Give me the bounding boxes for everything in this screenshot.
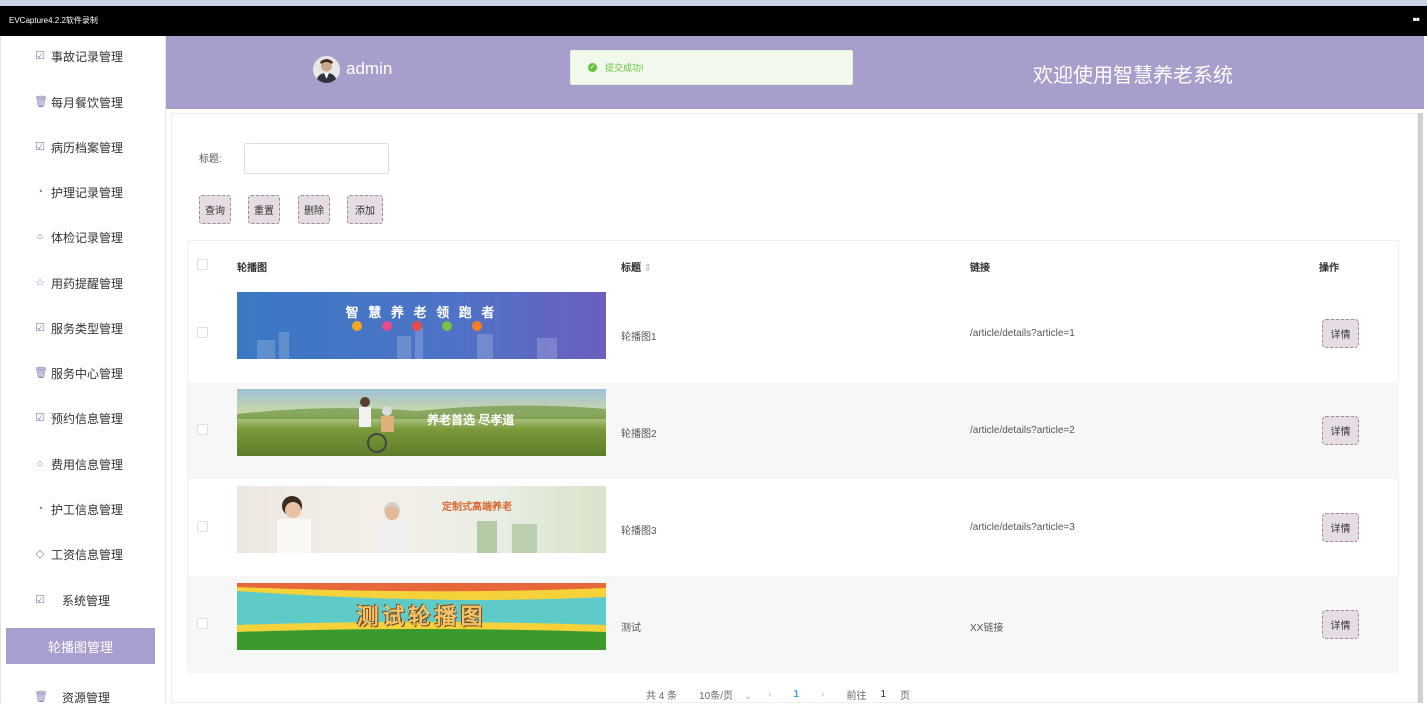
goto-page-input[interactable]: 1: [880, 689, 886, 700]
capture-control-icon[interactable]: ▪▪: [1412, 12, 1419, 26]
sort-icon[interactable]: ⇕: [644, 263, 652, 274]
drop-icon: ○: [36, 231, 44, 243]
column-header-link: 链接: [970, 263, 990, 274]
banner-thumbnail: 智 慧 养 老 领 跑 者: [237, 292, 606, 359]
sidebar-item-medication[interactable]: ☆ 用药提醒管理: [34, 273, 123, 293]
sidebar-item-accident[interactable]: ☑ 事故记录管理: [34, 46, 123, 66]
banner-text: 定制式高端养老: [442, 502, 512, 513]
top-header: admin ✓ 提交成功! 欢迎使用智慧养老系统: [166, 36, 1424, 109]
toast-message: 提交成功!: [605, 63, 644, 73]
checkbox-icon: ☑: [35, 141, 45, 153]
trash-icon: 🗑: [34, 691, 48, 703]
sidebar-item-checkup[interactable]: ○ 体检记录管理: [34, 227, 123, 247]
sidebar: ☑ 事故记录管理 🗑 每月餐饮管理 ☑ 病历档案管理 ◔ 护理记录管理 ○ 体检记录管理 …: [0, 36, 166, 705]
reset-button[interactable]: 重置: [248, 195, 280, 224]
goto-suffix: 页: [900, 691, 911, 702]
sidebar-item-salary[interactable]: ◇ 工资信息管理: [34, 544, 123, 564]
capture-title-bar: EVCapture4.2.2软件录制 ▪▪: [0, 6, 1427, 36]
row-link: /article/details?article=1: [970, 328, 1075, 339]
select-all-checkbox[interactable]: [197, 259, 208, 270]
sidebar-item-banner-active[interactable]: 轮播图管理: [6, 628, 155, 664]
table-row: 智 慧 养 老 领 跑 者 轮播图1 /article/details?arti…: [188, 285, 1399, 382]
row-link: XX链接: [970, 623, 1004, 634]
delete-button[interactable]: 删除: [298, 195, 330, 224]
success-toast: ✓ 提交成功!: [570, 50, 853, 85]
column-header-title[interactable]: 标题 ⇕: [621, 259, 652, 274]
trash-icon: 🗑: [34, 96, 48, 108]
row-title: 测试: [621, 623, 641, 634]
row-title: 轮播图1: [621, 332, 657, 343]
username: admin: [346, 59, 393, 78]
row-checkbox[interactable]: [197, 327, 208, 338]
row-title: 轮播图3: [621, 526, 657, 537]
table-row: 养老首选 尽孝道 轮播图2 /article/details?article=2…: [188, 382, 1399, 479]
sidebar-item-meal[interactable]: 🗑 每月餐饮管理: [34, 92, 123, 112]
checkbox-icon: ☑: [35, 322, 45, 334]
checkbox-icon: ☑: [35, 50, 45, 62]
row-checkbox[interactable]: [197, 618, 208, 629]
banner-thumbnail: 测试轮播图: [237, 583, 606, 650]
sidebar-item-fee[interactable]: ○ 费用信息管理: [34, 454, 123, 474]
star-icon: ☆: [35, 277, 45, 289]
next-page-button[interactable]: ›: [821, 689, 824, 700]
row-title: 轮播图2: [621, 429, 657, 440]
main-panel: 标题: 查询 重置 删除 添加 轮播图 标题 ⇕ 链接 操作 智 慧 养 老 领…: [171, 113, 1418, 703]
sidebar-item-resource[interactable]: 🗑 资源管理: [34, 687, 110, 707]
column-header-image: 轮播图: [237, 263, 267, 274]
page-size-select[interactable]: 10条/页 ⌄: [699, 687, 752, 702]
details-button[interactable]: 详情: [1322, 319, 1359, 348]
column-header-action: 操作: [1319, 263, 1339, 274]
pie-icon: ◔: [36, 503, 44, 515]
details-button[interactable]: 详情: [1322, 513, 1359, 542]
banner-text: 智 慧 养 老 领 跑 者: [345, 305, 498, 320]
banner-table: 轮播图 标题 ⇕ 链接 操作 智 慧 养 老 领 跑 者 轮播图1 /artic…: [187, 240, 1399, 673]
sidebar-item-caregiver[interactable]: ◔ 护工信息管理: [34, 499, 123, 519]
query-button[interactable]: 查询: [199, 195, 231, 224]
checkbox-icon: ☑: [35, 412, 45, 424]
row-link: /article/details?article=2: [970, 425, 1075, 436]
prev-page-button[interactable]: ‹: [768, 689, 771, 700]
title-label: 标题:: [199, 154, 222, 165]
details-button[interactable]: 详情: [1322, 610, 1359, 639]
banner-text: 养老首选 尽孝道: [427, 413, 515, 427]
checkbox-icon: ☑: [35, 594, 45, 606]
pagination-total: 共 4 条: [646, 691, 678, 702]
chevron-down-icon: ⌄: [743, 691, 753, 702]
sidebar-item-nursing[interactable]: ◔ 护理记录管理: [34, 182, 123, 202]
trash-icon: 🗑: [34, 367, 48, 379]
diamond-icon: ◇: [35, 548, 45, 560]
sidebar-item-appointment[interactable]: ☑ 预约信息管理: [34, 408, 123, 428]
capture-title: EVCapture4.2.2软件录制: [9, 16, 98, 25]
sidebar-item-system[interactable]: ☑ 系统管理: [34, 590, 110, 610]
current-page[interactable]: 1: [794, 689, 800, 700]
table-row: 测试轮播图 测试 XX链接 详情: [188, 576, 1399, 673]
pie-icon: ◔: [36, 186, 44, 198]
table-row: 定制式高端养老 轮播图3 /article/details?article=3 …: [188, 479, 1399, 576]
row-link: /article/details?article=3: [970, 522, 1075, 533]
banner-text: 测试轮播图: [356, 604, 487, 629]
check-icon: ✓: [588, 63, 597, 72]
row-checkbox[interactable]: [197, 521, 208, 532]
banner-thumbnail: 定制式高端养老: [237, 486, 606, 553]
sidebar-item-service-type[interactable]: ☑ 服务类型管理: [34, 318, 123, 338]
banner-thumbnail: 养老首选 尽孝道: [237, 389, 606, 456]
add-button[interactable]: 添加: [347, 195, 383, 224]
sidebar-item-medical[interactable]: ☑ 病历档案管理: [34, 137, 123, 157]
title-search-input[interactable]: [244, 143, 389, 174]
details-button[interactable]: 详情: [1322, 416, 1359, 445]
welcome-title: 欢迎使用智慧养老系统: [1033, 65, 1233, 87]
avatar[interactable]: [313, 56, 340, 83]
main-scrollbar[interactable]: [1418, 113, 1423, 703]
pagination: 共 4 条 10条/页 ⌄ ‹ 1 › 前往 1 页: [646, 687, 910, 702]
row-checkbox[interactable]: [197, 424, 208, 435]
goto-label: 前往: [846, 691, 867, 702]
drop-icon: ○: [36, 458, 44, 470]
sidebar-item-service-center[interactable]: 🗑 服务中心管理: [34, 363, 123, 383]
